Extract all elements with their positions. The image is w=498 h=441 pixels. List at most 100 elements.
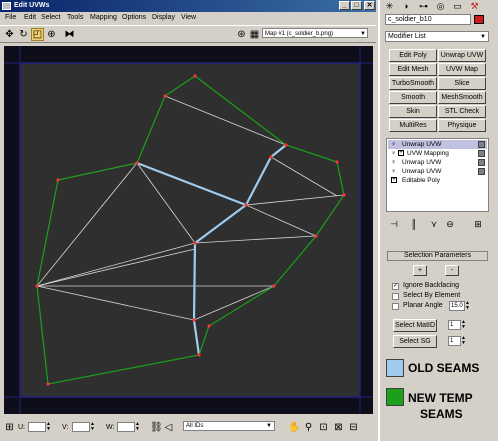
- menu-edit[interactable]: Edit: [24, 14, 36, 21]
- shrink-selection-button[interactable]: -: [445, 265, 459, 276]
- expand-icon[interactable]: +: [391, 177, 397, 183]
- make-unique-icon[interactable]: ⋎: [428, 219, 440, 230]
- menu-file[interactable]: File: [5, 14, 16, 21]
- stack-item[interactable]: ♀ Unwrap UVW: [388, 167, 487, 176]
- zoom-icon[interactable]: ⚲: [303, 422, 314, 433]
- uv-viewport[interactable]: [4, 46, 373, 414]
- zoom-selected-icon[interactable]: ⊟: [348, 422, 359, 433]
- stack-item[interactable]: ♀ + UVW Mapping: [388, 149, 487, 158]
- new-seams-label-line2: SEAMS: [420, 407, 463, 421]
- minimize-button[interactable]: _: [339, 1, 350, 10]
- stack-item[interactable]: ♀ Unwrap UVW: [388, 158, 487, 167]
- soft-selection-icon[interactable]: ◁: [163, 422, 174, 433]
- unwrap-uvw-button[interactable]: Unwrap UVW: [438, 49, 486, 62]
- planar-angle-field[interactable]: 15.0: [449, 301, 465, 311]
- bulb-icon[interactable]: ♀: [391, 167, 396, 176]
- slice-button[interactable]: Slice: [438, 77, 486, 90]
- rotate-icon[interactable]: ↻: [18, 29, 29, 40]
- matid-field[interactable]: 1: [448, 320, 461, 330]
- stack-item-toggle[interactable]: [478, 159, 485, 166]
- select-matid-button[interactable]: Select MatID: [393, 319, 437, 332]
- w-field[interactable]: [117, 422, 135, 432]
- bulb-icon[interactable]: ♀: [391, 158, 396, 167]
- v-spinner[interactable]: ▲ ▼: [90, 422, 95, 432]
- stack-item-toggle[interactable]: [478, 141, 485, 148]
- uv-canvas[interactable]: [4, 46, 373, 414]
- display-tab-icon[interactable]: ▭: [450, 0, 465, 13]
- ids-select-value: All IDs: [186, 423, 204, 429]
- planar-angle-checkbox[interactable]: [392, 303, 399, 310]
- menu-display[interactable]: Display: [152, 14, 175, 21]
- grow-selection-button[interactable]: +: [413, 265, 427, 276]
- matid-spinner[interactable]: ▲ ▼: [461, 320, 466, 330]
- ignore-backfacing-checkbox[interactable]: ✓: [392, 283, 399, 290]
- uvw-map-button[interactable]: UVW Map: [438, 63, 486, 76]
- freeform-icon[interactable]: ⊕: [46, 29, 57, 40]
- menu-view[interactable]: View: [181, 14, 196, 21]
- multires-button[interactable]: MultiRes: [389, 119, 437, 132]
- edit-poly-button[interactable]: Edit Poly: [389, 49, 437, 62]
- remove-modifier-icon[interactable]: ⊖: [444, 219, 456, 230]
- expand-icon[interactable]: +: [398, 150, 404, 156]
- select-by-element-label: Select By Element: [403, 292, 461, 299]
- create-tab-icon[interactable]: ✳: [382, 0, 397, 13]
- planar-angle-spinner[interactable]: ▲ ▼: [465, 301, 470, 311]
- zoom-region-icon[interactable]: ⊡: [318, 422, 329, 433]
- w-spinner[interactable]: ▲ ▼: [135, 422, 140, 432]
- selection-parameters-rollout[interactable]: Selection Parameters: [387, 251, 488, 261]
- maximize-button[interactable]: □: [351, 1, 362, 10]
- configure-sets-icon[interactable]: ⊞: [472, 219, 484, 230]
- menu-options[interactable]: Options: [122, 14, 146, 21]
- object-color-swatch[interactable]: [474, 15, 484, 24]
- v-label: V:: [62, 424, 69, 431]
- modifier-list-dropdown[interactable]: Modifier List ▼: [385, 31, 489, 42]
- turbosmooth-button[interactable]: TurboSmooth: [389, 77, 437, 90]
- stack-item-label: Unwrap UVW: [402, 159, 442, 166]
- hierarchy-tab-icon[interactable]: ⊶: [416, 0, 431, 13]
- menu-select[interactable]: Select: [41, 14, 60, 21]
- edit-mesh-button[interactable]: Edit Mesh: [389, 63, 437, 76]
- smooth-button[interactable]: Smooth: [389, 91, 437, 104]
- physique-button[interactable]: Physique: [438, 119, 486, 132]
- map-checker-icon[interactable]: ▦: [249, 29, 260, 40]
- select-by-element-checkbox[interactable]: [392, 293, 399, 300]
- old-seams-label: OLD SEAMS: [408, 361, 480, 375]
- object-name-field[interactable]: c_soldier_b10: [385, 14, 471, 25]
- move-icon[interactable]: ✥: [4, 29, 15, 40]
- stl-check-button[interactable]: STL Check: [438, 105, 486, 118]
- scale-icon[interactable]: ◰: [31, 28, 44, 41]
- sg-spinner[interactable]: ▲ ▼: [461, 336, 466, 346]
- show-end-result-icon[interactable]: ║: [408, 219, 420, 230]
- stack-item-toggle[interactable]: [478, 150, 485, 157]
- zoom-extents-icon[interactable]: ⊠: [333, 422, 344, 433]
- motion-tab-icon[interactable]: ◎: [433, 0, 448, 13]
- select-sg-button[interactable]: Select SG: [393, 335, 437, 348]
- menu-mapping[interactable]: Mapping: [90, 14, 117, 21]
- sg-field[interactable]: 1: [448, 336, 461, 346]
- close-button[interactable]: ✕: [364, 1, 375, 10]
- stack-item[interactable]: + Editable Poly: [388, 176, 487, 185]
- w-label: W:: [106, 424, 115, 431]
- link-icon[interactable]: ⛓: [150, 422, 163, 433]
- new-seams-label-line1: NEW TEMP: [408, 391, 473, 405]
- u-spinner[interactable]: ▲ ▼: [46, 422, 51, 432]
- bulb-icon[interactable]: ♀: [391, 140, 396, 149]
- mirror-icon[interactable]: ⧓: [64, 29, 75, 40]
- skin-button[interactable]: Skin: [389, 105, 437, 118]
- lock-selection-icon[interactable]: ⊞: [4, 422, 15, 433]
- pan-icon[interactable]: ✋: [288, 422, 300, 433]
- map-select[interactable]: Map #1 (c_soldier_b.png) ▼: [262, 28, 368, 38]
- bulb-icon[interactable]: ♀: [391, 149, 396, 158]
- meshsmooth-button[interactable]: MeshSmooth: [438, 91, 486, 104]
- pin-stack-icon[interactable]: ⊣: [388, 219, 400, 230]
- stack-item-toggle[interactable]: [478, 168, 485, 175]
- modify-tab-icon[interactable]: ◗: [399, 0, 414, 13]
- utilities-tab-icon[interactable]: ⚒: [467, 0, 482, 13]
- v-field[interactable]: [72, 422, 90, 432]
- map-globe-icon[interactable]: ⊛: [236, 29, 247, 40]
- menu-tools[interactable]: Tools: [67, 14, 83, 21]
- edit-uvws-window: Edit UVWs _ □ ✕ File Edit Select Tools M…: [0, 0, 376, 441]
- stack-item[interactable]: ♀ Unwrap UVW: [388, 140, 487, 149]
- u-field[interactable]: [28, 422, 46, 432]
- material-ids-select[interactable]: All IDs ▼: [183, 421, 275, 431]
